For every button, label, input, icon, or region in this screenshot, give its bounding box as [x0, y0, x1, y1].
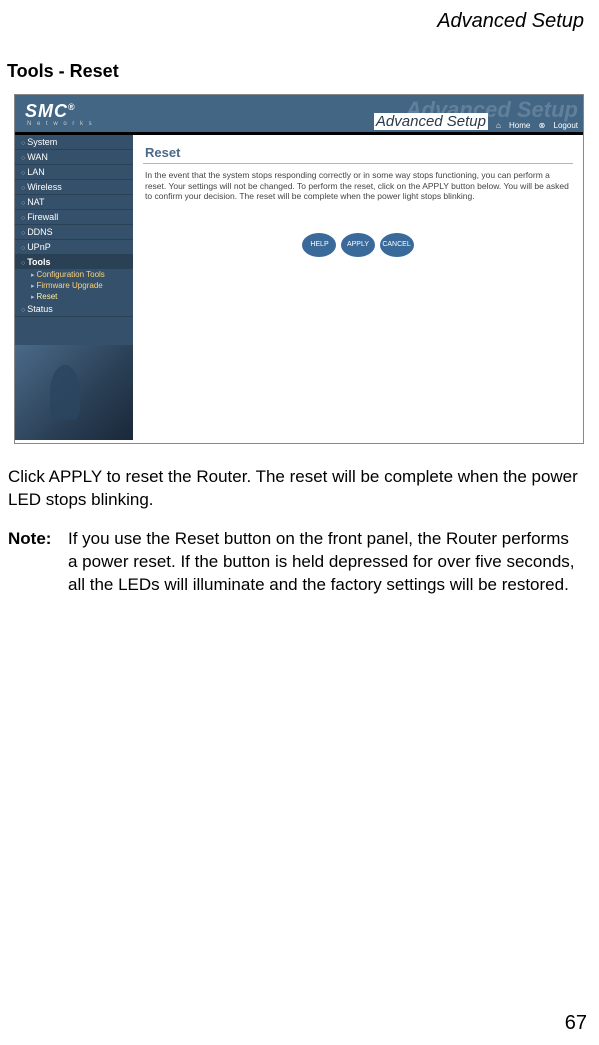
logout-link[interactable]: ⊗ Logout: [539, 121, 578, 130]
nav-wireless[interactable]: Wireless: [15, 180, 133, 195]
nav-lan[interactable]: LAN: [15, 165, 133, 180]
nav-upnp[interactable]: UPnP: [15, 240, 133, 255]
sidebar: System WAN LAN Wireless NAT Firewall DDN…: [15, 135, 133, 440]
logo-subtext: N e t w o r k s: [27, 121, 94, 127]
body-paragraph: Click APPLY to reset the Router. The res…: [0, 444, 599, 512]
home-link[interactable]: ⌂ Home: [496, 121, 530, 130]
help-button[interactable]: HELP: [302, 233, 336, 257]
smc-logo: SMC®: [25, 101, 76, 122]
nav-firewall[interactable]: Firewall: [15, 210, 133, 225]
router-header: SMC® N e t w o r k s Advanced Setup Adva…: [15, 95, 583, 135]
note-block: Note: If you use the Reset button on the…: [0, 512, 599, 597]
nav-nat[interactable]: NAT: [15, 195, 133, 210]
router-ui-screenshot: SMC® N e t w o r k s Advanced Setup Adva…: [14, 94, 584, 444]
nav-sub-firmware[interactable]: Firmware Upgrade: [15, 280, 133, 291]
page-number: 67: [565, 1012, 587, 1035]
sidebar-image: [15, 345, 133, 440]
banner-label: Advanced Setup: [374, 113, 488, 130]
nav-ddns[interactable]: DDNS: [15, 225, 133, 240]
note-text: If you use the Reset button on the front…: [68, 528, 581, 597]
nav-tools[interactable]: Tools: [15, 255, 133, 269]
nav-sub-reset[interactable]: Reset: [15, 291, 133, 302]
nav: System WAN LAN Wireless NAT Firewall DDN…: [15, 135, 133, 317]
button-row: HELP APPLY CANCEL: [143, 233, 573, 257]
nav-system[interactable]: System: [15, 135, 133, 150]
content-panel: Reset In the event that the system stops…: [133, 135, 583, 440]
header-links: ⌂ Home ⊗ Logout: [490, 121, 578, 130]
nav-wan[interactable]: WAN: [15, 150, 133, 165]
running-header: Advanced Setup: [0, 0, 599, 33]
panel-title: Reset: [143, 141, 573, 164]
cancel-button[interactable]: CANCEL: [380, 233, 414, 257]
note-label: Note:: [8, 528, 68, 597]
apply-button[interactable]: APPLY: [341, 233, 375, 257]
nav-status[interactable]: Status: [15, 302, 133, 317]
section-title: Tools - Reset: [0, 33, 599, 94]
panel-description: In the event that the system stops respo…: [143, 164, 573, 208]
nav-sub-config[interactable]: Configuration Tools: [15, 269, 133, 280]
